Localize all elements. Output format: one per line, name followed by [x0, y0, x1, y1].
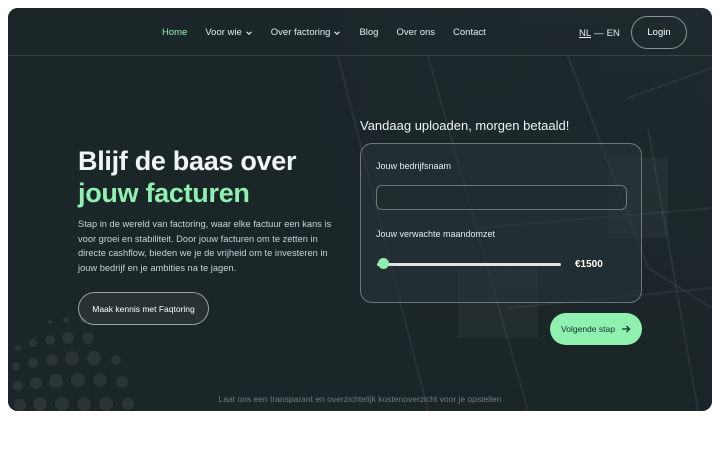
lang-nl-link[interactable]: NL: [579, 28, 591, 39]
page-frame: Home Voor wie Over factoring Blog Over o…: [8, 8, 712, 411]
login-button[interactable]: Login: [631, 16, 687, 49]
monthly-revenue-label: Jouw verwachte maandomzet: [376, 229, 496, 239]
lang-separator: —: [594, 28, 604, 39]
revenue-slider-thumb[interactable]: [378, 258, 389, 269]
next-step-button[interactable]: Volgende stap: [550, 313, 642, 345]
nav-item-label: Over ons: [396, 27, 436, 38]
revenue-slider-track[interactable]: [377, 263, 561, 266]
nav-item-label: Over factoring: [270, 27, 331, 38]
nav-item-home[interactable]: Home: [162, 27, 187, 38]
nav-item-over-factoring[interactable]: Over factoring: [271, 27, 342, 38]
nav-links: Home Voor wie Over factoring Blog Over o…: [162, 27, 504, 38]
form-heading: Vandaag uploaden, morgen betaald!: [360, 118, 570, 133]
language-switcher: NL — EN: [579, 28, 620, 39]
quote-form-card: Jouw bedrijfsnaam Jouw verwachte maandom…: [360, 143, 642, 303]
revenue-value: €1500: [575, 259, 603, 270]
chevron-down-icon: [245, 30, 252, 35]
hero-title-line1: Blijf de baas over: [78, 146, 297, 176]
next-step-label: Volgende stap: [561, 324, 615, 334]
nav-item-blog[interactable]: Blog: [359, 27, 378, 38]
nav-item-label: Home: [162, 27, 188, 38]
nav-item-label: Voor wie: [205, 27, 242, 38]
chevron-down-icon: [334, 30, 341, 35]
company-name-label: Jouw bedrijfsnaam: [376, 161, 452, 171]
nav-item-voor-wie[interactable]: Voor wie: [205, 27, 252, 38]
cost-overview-text: Laat ons een transparant en overzichteli…: [218, 394, 502, 404]
company-name-input[interactable]: [376, 185, 627, 210]
nav-item-label: Blog: [359, 27, 379, 38]
top-navigation: Home Voor wie Over factoring Blog Over o…: [8, 8, 712, 56]
nav-item-label: Contact: [453, 27, 486, 38]
hero-description: Stap in de wereld van factoring, waar el…: [78, 219, 332, 273]
lang-en-link[interactable]: EN: [607, 28, 620, 39]
hero-title-accent: jouw facturen: [78, 178, 250, 208]
nav-item-contact[interactable]: Contact: [453, 27, 486, 38]
nav-item-over-ons[interactable]: Over ons: [396, 27, 435, 38]
hero-title: Blijf de baas over jouw facturen: [78, 145, 296, 209]
arrow-right-icon: [621, 325, 631, 333]
